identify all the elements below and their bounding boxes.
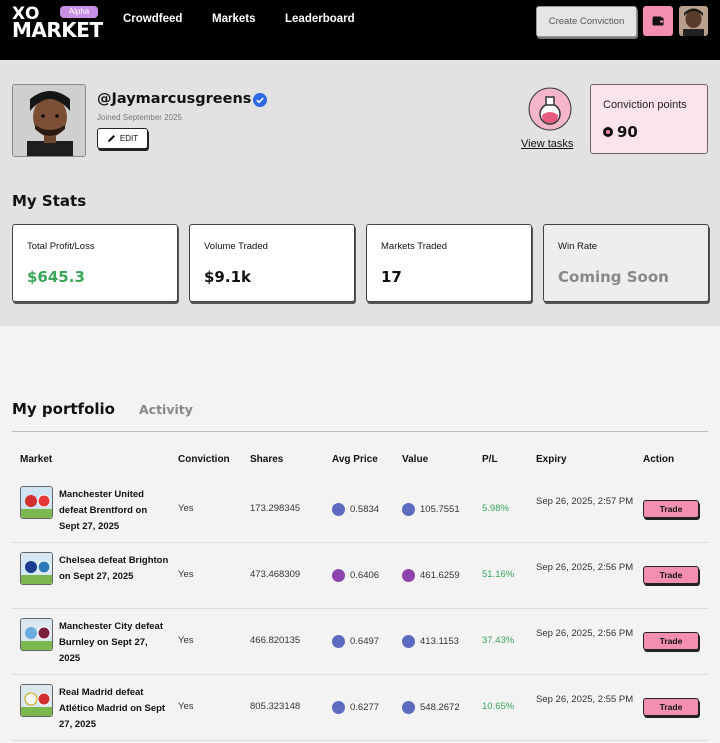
- coin-icon: [332, 569, 345, 582]
- table-row[interactable]: Chelsea defeat Brighton on Sept 27, 2025…: [12, 543, 708, 609]
- shares-value: 173.298345: [250, 503, 301, 514]
- pl-value: 5.98%: [482, 503, 509, 514]
- profile-avatar: [12, 84, 86, 157]
- tab-my-portfolio[interactable]: My portfolio: [12, 400, 115, 418]
- create-conviction-button[interactable]: Create Conviction: [536, 6, 637, 37]
- market-thumbnail: [20, 552, 53, 585]
- verified-badge-icon: [253, 93, 267, 107]
- expiry-value: Sep 26, 2025, 2:55 PM: [536, 694, 634, 705]
- wallet-icon: [652, 16, 664, 26]
- pl-value: 51.16%: [482, 569, 515, 580]
- top-navbar: XO MARKET Alpha Crowdfeed Markets Leader…: [0, 0, 720, 60]
- joined-date: Joined September 2025: [97, 113, 182, 122]
- coin-icon: [402, 635, 415, 648]
- view-tasks-link[interactable]: View tasks: [521, 138, 573, 150]
- column-header: Action: [643, 454, 675, 465]
- conviction-value: Yes: [178, 635, 194, 646]
- header-avatar[interactable]: [679, 6, 708, 36]
- table-row[interactable]: Real Madrid defeat Atlético Madrid on Se…: [12, 675, 708, 741]
- stat-card-markets-traded: Markets Traded 17: [366, 224, 532, 302]
- position-value: 413.1153: [420, 636, 459, 648]
- pl-value: 10.65%: [482, 701, 515, 712]
- market-name[interactable]: Chelsea defeat Brighton on Sept 27, 2025: [59, 553, 169, 585]
- trade-button[interactable]: Trade: [643, 698, 699, 716]
- coin-icon: [402, 701, 415, 714]
- position-value: 105.7551: [420, 504, 460, 516]
- tab-activity[interactable]: Activity: [139, 402, 193, 417]
- column-header: Shares: [250, 454, 284, 465]
- market-name[interactable]: Manchester City defeat Burnley on Sept 2…: [59, 619, 169, 667]
- column-header: Value: [402, 454, 429, 465]
- coin-icon: [402, 569, 415, 582]
- avg-price-value: 0.6406: [350, 570, 380, 582]
- coin-icon: [332, 635, 345, 648]
- coin-icon: [332, 503, 345, 516]
- points-coin-icon: [603, 127, 613, 137]
- column-header: Conviction: [178, 454, 230, 465]
- trade-button[interactable]: Trade: [643, 566, 699, 584]
- column-header: Market: [20, 454, 53, 465]
- points-label: Conviction points: [603, 99, 687, 111]
- tasks-potion-icon[interactable]: [528, 87, 572, 131]
- expiry-value: Sep 26, 2025, 2:56 PM: [536, 628, 634, 639]
- trade-button[interactable]: Trade: [643, 632, 699, 650]
- market-thumbnail: [20, 684, 53, 717]
- table-row[interactable]: Manchester City defeat Burnley on Sept 2…: [12, 609, 708, 675]
- stat-card-profit-loss: Total Profit/Loss $645.3: [12, 224, 178, 302]
- divider: [12, 431, 708, 432]
- expiry-value: Sep 26, 2025, 2:57 PM: [536, 496, 634, 507]
- conviction-value: Yes: [178, 503, 194, 514]
- avg-price-value: 0.6277: [350, 702, 380, 714]
- expiry-value: Sep 26, 2025, 2:56 PM: [536, 562, 634, 573]
- trade-button[interactable]: Trade: [643, 500, 699, 518]
- nav-leaderboard[interactable]: Leaderboard: [285, 13, 355, 25]
- coin-icon: [332, 701, 345, 714]
- edit-label: EDIT: [119, 134, 139, 143]
- column-header: Avg Price: [332, 454, 378, 465]
- edit-profile-button[interactable]: EDIT: [97, 128, 148, 149]
- conviction-points-card: Conviction points 90: [590, 84, 708, 154]
- market-name[interactable]: Real Madrid defeat Atlético Madrid on Se…: [59, 685, 169, 733]
- stat-card-win-rate: Win Rate Coming Soon: [543, 224, 709, 302]
- conviction-value: Yes: [178, 569, 194, 580]
- alpha-badge: Alpha: [60, 6, 98, 18]
- position-value: 548.2672: [420, 702, 460, 714]
- coin-icon: [402, 503, 415, 516]
- avg-price-value: 0.6497: [350, 636, 380, 648]
- nav-crowdfeed[interactable]: Crowdfeed: [123, 13, 182, 25]
- shares-value: 805.323148: [250, 701, 301, 712]
- position-value: 461.6259: [420, 570, 460, 582]
- avg-price-value: 0.5834: [350, 504, 380, 516]
- shares-value: 466.820135: [250, 635, 301, 646]
- pl-value: 37.43%: [482, 635, 515, 646]
- points-value: 90: [617, 123, 638, 141]
- conviction-value: Yes: [178, 701, 194, 712]
- pencil-icon: [107, 135, 115, 142]
- profile-username: @Jaymarcusgreens: [97, 91, 252, 107]
- market-name[interactable]: Manchester United defeat Brentford on Se…: [59, 487, 169, 535]
- stats-title: My Stats: [12, 192, 87, 210]
- nav-markets[interactable]: Markets: [212, 13, 255, 25]
- column-header: Expiry: [536, 454, 567, 465]
- stat-card-volume: Volume Traded $9.1k: [189, 224, 355, 302]
- table-row[interactable]: Manchester United defeat Brentford on Se…: [12, 477, 708, 543]
- market-thumbnail: [20, 486, 53, 519]
- column-header: P/L: [482, 454, 498, 465]
- market-thumbnail: [20, 618, 53, 651]
- shares-value: 473.468309: [250, 569, 301, 580]
- wallet-button[interactable]: [643, 6, 673, 36]
